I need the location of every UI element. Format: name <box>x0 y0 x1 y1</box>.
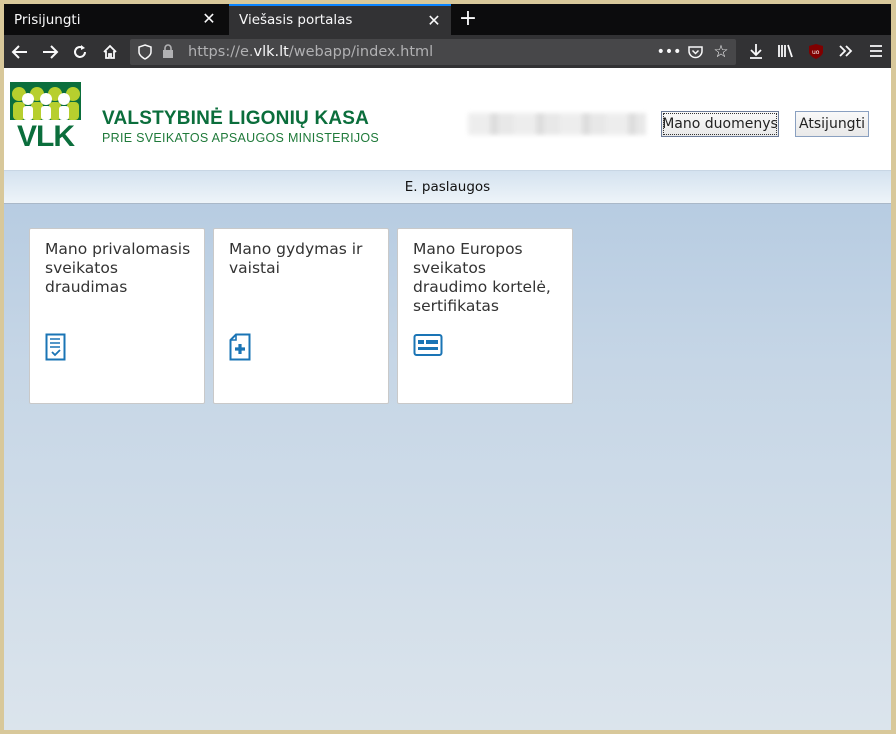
svg-text:uo: uo <box>812 49 820 56</box>
menu-icon[interactable] <box>861 36 891 66</box>
card-health-insurance[interactable]: Mano privalomasis sveikatos draudimas <box>29 228 205 404</box>
card-title: Mano Europos sveikatos draudimo kortelė,… <box>413 240 551 315</box>
checklist-document-icon <box>45 333 67 365</box>
toolbar-right: uo <box>741 36 891 66</box>
downloads-icon[interactable] <box>741 36 771 66</box>
lock-icon[interactable] <box>162 44 174 63</box>
card-treatment-medicines[interactable]: Mano gydymas ir vaistai <box>213 228 389 404</box>
url-text: https://e.vlk.lt/webapp/index.html <box>188 44 434 60</box>
logo-text: VLK <box>17 120 75 153</box>
card-icon <box>413 333 443 361</box>
vlk-logo[interactable]: VLK <box>10 82 81 153</box>
tab-viesasis-portalas[interactable]: Viešasis portalas ✕ <box>229 4 451 35</box>
tab-label: Prisijungti <box>14 12 81 28</box>
overflow-chevron-icon[interactable] <box>831 36 861 66</box>
tab-bar: Prisijungti ✕ Viešasis portalas ✕ + <box>4 4 891 35</box>
medical-document-icon <box>229 333 251 365</box>
back-icon[interactable] <box>5 37 35 67</box>
user-name-redacted <box>468 113 646 135</box>
bookmark-star-icon[interactable]: ☆ <box>710 42 732 62</box>
e-services-nav[interactable]: E. paslaugos <box>4 171 891 204</box>
card-title: Mano gydymas ir vaistai <box>229 240 363 277</box>
tab-prisijungti[interactable]: Prisijungti ✕ <box>4 4 226 35</box>
pocket-icon[interactable] <box>684 42 706 62</box>
e-services-label: E. paslaugos <box>404 179 491 195</box>
tracking-shield-icon[interactable] <box>138 44 152 64</box>
reload-icon[interactable] <box>65 37 95 67</box>
close-icon[interactable]: ✕ <box>202 11 216 27</box>
home-icon[interactable] <box>95 37 125 67</box>
navigation-toolbar: https://e.vlk.lt/webapp/index.html ••• ☆… <box>4 35 891 68</box>
close-icon[interactable]: ✕ <box>427 13 441 29</box>
brand-title: VALSTYBINĖ LIGONIŲ KASA <box>102 108 370 129</box>
browser-window: Prisijungti ✕ Viešasis portalas ✕ + http… <box>4 4 891 730</box>
site-header: VLK VALSTYBINĖ LIGONIŲ KASA PRIE SVEIKAT… <box>4 68 891 171</box>
my-data-button[interactable]: Mano duomenys <box>661 111 779 137</box>
card-title: Mano privalomasis sveikatos draudimas <box>45 240 191 296</box>
page-content: VLK VALSTYBINĖ LIGONIŲ KASA PRIE SVEIKAT… <box>4 68 891 730</box>
ublock-icon[interactable]: uo <box>801 36 831 66</box>
brand-subtitle: PRIE SVEIKATOS APSAUGOS MINISTERIJOS <box>102 131 380 145</box>
card-european-health-card[interactable]: Mano Europos sveikatos draudimo kortelė,… <box>397 228 573 404</box>
forward-icon[interactable] <box>35 37 65 67</box>
library-icon[interactable] <box>771 36 801 66</box>
new-tab-icon[interactable]: + <box>453 4 483 35</box>
more-actions-icon[interactable]: ••• <box>657 42 682 62</box>
address-bar[interactable]: https://e.vlk.lt/webapp/index.html ••• ☆ <box>130 39 736 65</box>
url-actions: ••• ☆ <box>657 42 732 62</box>
tab-label: Viešasis portalas <box>239 12 353 28</box>
logout-button[interactable]: Atsijungti <box>795 111 869 137</box>
